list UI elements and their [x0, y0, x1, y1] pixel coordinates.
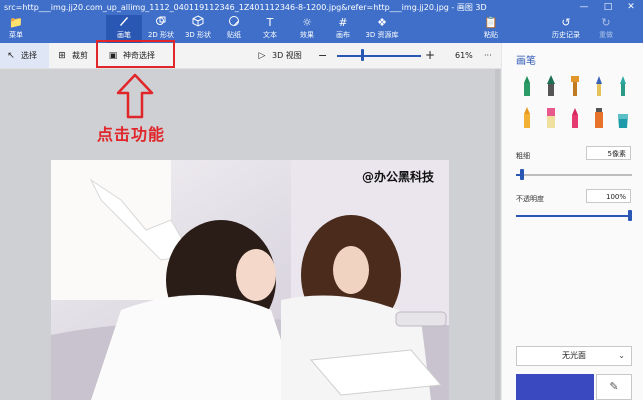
- spray-can-icon[interactable]: [592, 106, 606, 130]
- minimize-icon[interactable]: —: [573, 0, 595, 15]
- paste-button[interactable]: 📋 粘贴: [473, 15, 509, 43]
- opacity-label: 不透明度: [516, 195, 544, 203]
- selection-toolbar: ↖ 选择 ⊞ 裁剪 ▣ 神奇选择 ▷ 3D 视图 − + 61% ···: [0, 43, 501, 69]
- pencil-icon[interactable]: [520, 106, 534, 130]
- select-button[interactable]: ↖ 选择: [0, 43, 49, 68]
- history-button[interactable]: ↺ 历史记录: [546, 15, 586, 43]
- zoom-level: 61%: [455, 51, 473, 60]
- brush-panel: 画笔 粗细 5像素 不透明度 100% 无光面 ⌄ ✎: [501, 43, 643, 400]
- library-icon: ❖: [377, 16, 387, 29]
- zoom-slider-track[interactable]: [337, 55, 421, 57]
- oil-brush-icon[interactable]: [568, 74, 582, 98]
- paste-icon: 📋: [484, 16, 498, 29]
- crayon-icon[interactable]: [568, 106, 582, 130]
- tab-2d-shapes[interactable]: 2D 形状: [143, 15, 179, 43]
- pixel-pen-icon[interactable]: [616, 74, 630, 98]
- shapes-2d-icon: [143, 15, 179, 29]
- opacity-slider-fill: [516, 215, 630, 217]
- finish-dropdown[interactable]: 无光面 ⌄: [516, 346, 632, 366]
- thickness-input[interactable]: 5像素: [586, 146, 631, 160]
- cube-icon: [180, 15, 216, 29]
- tab-canvas[interactable]: # 画布: [325, 15, 361, 43]
- thickness-label: 粗细: [516, 152, 530, 160]
- eraser-icon[interactable]: [544, 106, 558, 130]
- text-icon: T: [266, 16, 274, 29]
- thickness-slider-thumb[interactable]: [519, 169, 524, 180]
- history-icon: ↺: [561, 16, 571, 29]
- more-options-button[interactable]: ···: [484, 43, 492, 68]
- calligraphy-pen-icon[interactable]: [544, 74, 558, 98]
- cursor-icon: ↖: [7, 51, 15, 61]
- up-arrow-annotation: [116, 73, 154, 119]
- opacity-slider-thumb[interactable]: [628, 210, 632, 221]
- zoom-out-button[interactable]: −: [318, 43, 327, 68]
- canvas-icon: #: [338, 16, 348, 29]
- redo-icon: ↻: [601, 16, 611, 29]
- crop-button[interactable]: ⊞ 裁剪: [56, 43, 88, 68]
- watercolor-icon[interactable]: [592, 74, 606, 98]
- canvas-scrollbar[interactable]: [495, 69, 500, 400]
- maximize-icon[interactable]: □: [597, 0, 619, 15]
- view-3d-icon: ▷: [258, 51, 266, 61]
- opacity-input[interactable]: 100%: [586, 189, 631, 203]
- menu-button[interactable]: 📁 菜单: [0, 15, 32, 43]
- sun-icon: ☼: [302, 16, 312, 29]
- fill-bucket-icon[interactable]: [616, 106, 630, 130]
- photo-illustration: [51, 160, 449, 400]
- thickness-slider-track[interactable]: [516, 174, 632, 176]
- ribbon: 📁 菜单 画笔 2D 形状 3D 形状 贴纸 T 文本 ☼ 效果 # 画布 ❖ …: [0, 15, 643, 43]
- canvas-image[interactable]: [51, 160, 449, 400]
- watermark-text: @办公黑科技: [362, 170, 435, 184]
- tab-text[interactable]: T 文本: [252, 15, 288, 43]
- title-bar: src=http___img.jj20.com_up_allimg_1112_0…: [0, 0, 643, 15]
- tab-stickers[interactable]: 贴纸: [216, 15, 252, 43]
- zoom-in-button[interactable]: +: [425, 43, 435, 68]
- eyedropper-icon[interactable]: ✎: [596, 374, 632, 400]
- highlight-box: [96, 40, 175, 68]
- tab-effects[interactable]: ☼ 效果: [289, 15, 325, 43]
- sticker-icon: [216, 15, 252, 29]
- tab-3d-library[interactable]: ❖ 3D 资源库: [362, 15, 402, 43]
- color-swatch[interactable]: [516, 374, 594, 400]
- zoom-slider-thumb[interactable]: [360, 49, 364, 61]
- redo-button[interactable]: ↻ 重做: [588, 15, 624, 43]
- menu-icon: 📁: [9, 16, 23, 29]
- close-icon[interactable]: ✕: [620, 0, 642, 15]
- tab-3d-shapes[interactable]: 3D 形状: [180, 15, 216, 43]
- marker-icon[interactable]: [520, 74, 534, 98]
- annotation-text: 点击功能: [97, 125, 166, 144]
- window-title: src=http___img.jj20.com_up_allimg_1112_0…: [4, 3, 487, 12]
- panel-title: 画笔: [516, 56, 536, 67]
- view-3d-button[interactable]: ▷ 3D 视图: [256, 43, 302, 68]
- tab-brushes[interactable]: 画笔: [106, 15, 142, 43]
- chevron-down-icon: ⌄: [618, 351, 625, 360]
- brush-icon: [106, 15, 142, 29]
- crop-icon: ⊞: [58, 51, 66, 61]
